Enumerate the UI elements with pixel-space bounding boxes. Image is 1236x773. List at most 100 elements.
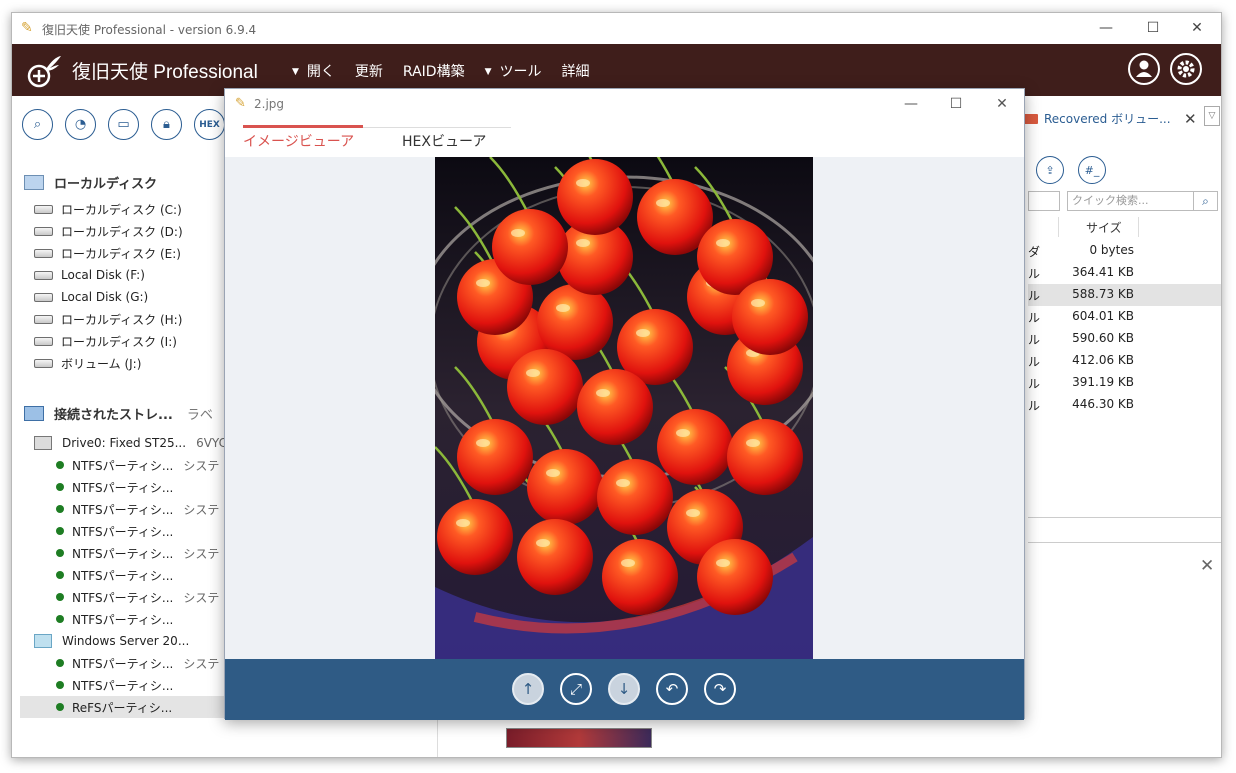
cherry	[597, 459, 673, 535]
file-size: 364.41 KB	[1072, 265, 1134, 279]
partition-dot-icon	[56, 571, 64, 579]
file-size: 588.73 KB	[1072, 287, 1134, 301]
cherry-highlight	[676, 429, 690, 437]
cherry-highlight	[656, 199, 670, 207]
hard-disk-icon	[34, 248, 53, 258]
settings-button[interactable]	[1170, 53, 1202, 85]
hex-button[interactable]: HEX	[194, 109, 225, 140]
export-icon[interactable]: ⇪	[1036, 156, 1064, 184]
file-size: 412.06 KB	[1072, 353, 1134, 367]
cherry	[697, 539, 773, 615]
file-size: 604.01 KB	[1072, 309, 1134, 323]
file-row[interactable]: ル 364.41 KB	[1028, 262, 1221, 284]
cherry	[727, 419, 803, 495]
file-row[interactable]: ル 446.30 KB	[1028, 394, 1221, 416]
title-bar: ✎ 復旧天使 Professional - version 6.9.4 — ☐ …	[12, 13, 1221, 44]
viewer-toolbar: ↑ ⤢ ↓ ↶ ↷	[225, 659, 1024, 720]
rotate-left-icon[interactable]: ↶	[656, 673, 688, 705]
cherry-highlight	[476, 279, 490, 287]
recovered-tab-label: Recovered ボリュー...	[1044, 112, 1171, 126]
cherry-highlight	[686, 509, 700, 517]
cherry	[527, 449, 603, 525]
column-separator	[1138, 217, 1139, 237]
tab-hex-viewer[interactable]: HEXビューア	[402, 131, 486, 151]
size-column-header[interactable]: サイズ	[1086, 219, 1122, 236]
tab-list-dropdown[interactable]: ▽	[1204, 106, 1220, 126]
storage-item-extra: システ	[183, 458, 220, 473]
file-row[interactable]: ル 412.06 KB	[1028, 350, 1221, 372]
file-row[interactable]: ル 391.19 KB	[1028, 372, 1221, 394]
file-type: ル	[1028, 311, 1041, 325]
storage-item-extra: システ	[183, 590, 220, 605]
cherry-highlight	[621, 559, 635, 567]
tab-image-viewer[interactable]: イメージビューア	[243, 131, 354, 151]
search-icon[interactable]: ⌕	[1194, 191, 1218, 211]
partition-dot-icon	[56, 527, 64, 535]
menu-tools-label: ツール	[499, 64, 542, 80]
cherry	[577, 369, 653, 445]
local-disk-label: ボリューム (J:)	[61, 356, 142, 371]
file-row[interactable]: ル 588.73 KB	[1028, 284, 1221, 306]
minimize-button[interactable]: —	[1091, 17, 1121, 39]
hard-disk-icon	[34, 270, 53, 280]
storage-item-label: ReFSパーティシ...	[72, 700, 173, 715]
local-disk-label: ローカルディスク (I:)	[61, 334, 177, 349]
disk-image-icon[interactable]: ▭	[108, 109, 139, 140]
preview-close-icon[interactable]: ✕	[1200, 556, 1214, 576]
hard-disk-icon	[34, 358, 53, 368]
hash-button[interactable]: #_	[1078, 156, 1106, 184]
menu-tools[interactable]: ▼ ツール	[485, 61, 542, 81]
storage-item-label: NTFSパーティシ...	[72, 590, 174, 605]
fit-screen-icon[interactable]: ⤢	[560, 673, 592, 705]
menu-details-label: 詳細	[561, 64, 590, 80]
filter-field[interactable]	[1028, 191, 1060, 211]
cherry	[507, 349, 583, 425]
cherry	[457, 419, 533, 495]
tab-close-icon[interactable]: ✕	[1184, 110, 1197, 128]
file-row[interactable]: ル 604.01 KB	[1028, 306, 1221, 328]
file-row[interactable]: ル 590.60 KB	[1028, 328, 1221, 350]
local-disk-heading: ローカルディスク	[24, 173, 157, 192]
storage-item-extra: 6VYC	[196, 436, 227, 450]
lock-icon[interactable]: 🔒︎	[151, 109, 182, 140]
storage-heading-extra: ラベ	[186, 408, 213, 423]
file-size: 446.30 KB	[1072, 397, 1134, 411]
viewer-maximize-button[interactable]: ☐	[942, 93, 970, 115]
local-disk-label: Local Disk (G:)	[61, 290, 149, 304]
search-icon[interactable]: ⌕	[22, 109, 53, 140]
viewer-minimize-button[interactable]: —	[897, 93, 925, 115]
file-type: ル	[1028, 267, 1041, 281]
cherry-highlight	[636, 329, 650, 337]
rotate-right-icon[interactable]: ↷	[704, 673, 736, 705]
pie-chart-icon[interactable]: ◔	[65, 109, 96, 140]
file-type: ル	[1028, 377, 1041, 391]
file-size: 391.19 KB	[1072, 375, 1134, 389]
maximize-button[interactable]: ☐	[1138, 17, 1168, 39]
viewer-title-bar: ✎ 2.jpg — ☐ ✕	[225, 89, 1024, 119]
partition-dot-icon	[56, 505, 64, 513]
storage-item-label: NTFSパーティシ...	[72, 524, 174, 539]
menu-raid[interactable]: RAID構築	[403, 61, 465, 81]
cherry	[657, 409, 733, 485]
file-row[interactable]: ダ 0 bytes	[1028, 240, 1221, 262]
menu-refresh[interactable]: 更新	[355, 61, 383, 81]
cherry	[537, 284, 613, 360]
account-button[interactable]	[1128, 53, 1160, 85]
partition-dot-icon	[56, 461, 64, 469]
local-disk-label: ローカルディスク (D:)	[61, 224, 183, 239]
image-area	[225, 157, 1024, 659]
viewer-close-button[interactable]: ✕	[988, 93, 1016, 115]
local-disk-label: ローカルディスク (C:)	[61, 202, 182, 217]
quick-search-input[interactable]: クイック検索...	[1067, 191, 1194, 211]
close-button[interactable]: ✕	[1182, 17, 1212, 39]
window-title: 復旧天使 Professional - version 6.9.4	[42, 23, 257, 37]
menu-refresh-label: 更新	[354, 64, 383, 80]
caret-down-icon: ▼	[292, 67, 299, 77]
menu-details[interactable]: 詳細	[562, 61, 590, 81]
arrow-down-icon[interactable]: ↓	[608, 673, 640, 705]
menu-open[interactable]: ▼ 開く	[292, 61, 335, 81]
arrow-up-icon[interactable]: ↑	[512, 673, 544, 705]
column-separator	[1058, 217, 1059, 237]
cherry-highlight	[511, 229, 525, 237]
cherry	[557, 159, 633, 235]
